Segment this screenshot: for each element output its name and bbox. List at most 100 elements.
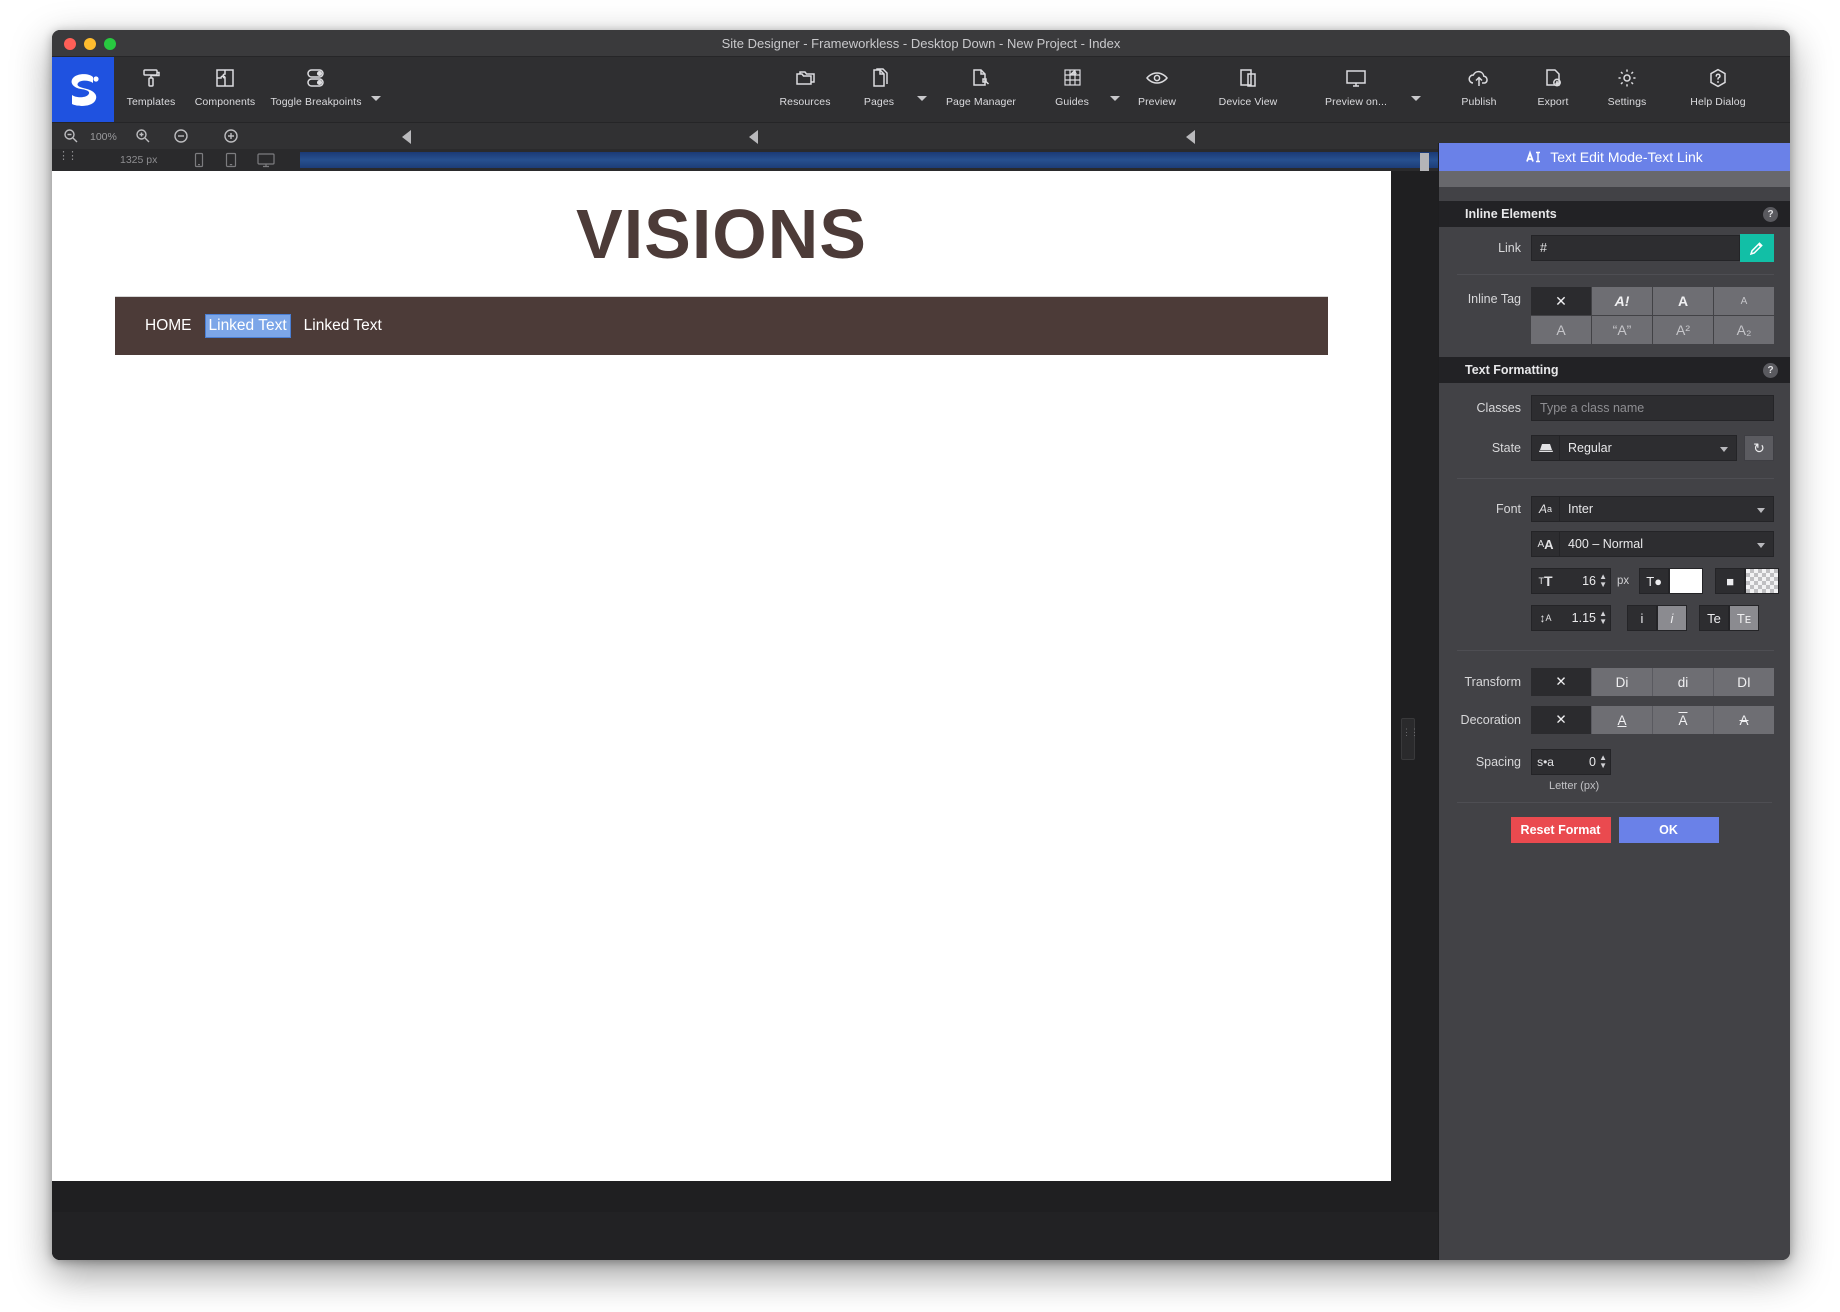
magnifier-plus-icon[interactable] [134,127,152,145]
inline-tag-superscript-button[interactable]: A² [1653,316,1713,344]
toolbar-help-dialog-button[interactable]: Help Dialog [1664,57,1772,122]
desktop-icon[interactable] [256,152,276,168]
spacing-spinner-icon[interactable]: ▲ ▼ [1599,754,1607,770]
font-row: Font Aa Inter [1439,489,1790,529]
help-icon-inline-elements[interactable]: ? [1763,206,1778,222]
nav-link-home[interactable]: HOME [145,317,192,335]
text-background-icon[interactable]: ■ [1715,568,1746,594]
circle-minus-icon[interactable] [172,127,190,145]
pencil-icon[interactable] [1740,234,1774,262]
panel-footer: Reset Format OK [1439,803,1790,843]
app-logo-icon[interactable] [52,57,114,122]
toolbar-templates-button[interactable]: Templates [114,57,188,122]
spacing-value: 0 [1589,755,1596,769]
font-weight-dropdown[interactable]: 400 – Normal [1559,531,1774,557]
monitor-icon [1343,63,1369,93]
toolbar-preview-on-button[interactable]: Preview on... [1302,57,1410,122]
state-label: State [1491,441,1521,455]
link-row: Link # [1439,227,1790,269]
inline-tag-underline-button[interactable]: A [1531,316,1591,344]
transform-capitalize-button[interactable]: Di [1592,668,1653,696]
toolbar-preview-button[interactable]: Preview [1120,57,1194,122]
italic-off-button[interactable]: i [1627,605,1657,631]
font-size-value: 16 [1582,574,1596,588]
font-dropdown[interactable]: Inter [1559,496,1774,522]
font-size-spinner-icon[interactable]: ▲ ▼ [1599,573,1607,589]
phone-icon[interactable] [192,152,206,168]
page-canvas[interactable]: VISIONS HOME Linked Text Linked Text [52,171,1391,1181]
font-size-input[interactable]: 16 ▲ ▼ [1559,568,1611,594]
toolbar-guides-button[interactable]: Guides [1035,57,1109,122]
magnifier-minus-icon[interactable] [62,127,80,145]
circle-plus-icon[interactable] [222,127,240,145]
transform-none-button[interactable]: ✕ [1531,668,1592,696]
toolbar-breakpoints-caret-icon[interactable] [371,96,381,101]
nav-link-linked-text[interactable]: Linked Text [304,317,382,335]
text-background-swatch[interactable] [1745,568,1780,594]
line-height-spinner-icon[interactable]: ▲ ▼ [1599,610,1607,626]
file-export-icon [1541,63,1565,93]
breakpoint-marker-2-icon[interactable] [749,130,758,144]
nav-link-linked-text-selected[interactable]: Linked Text [204,314,291,338]
small-caps-button[interactable]: Tᴇ [1729,605,1759,631]
window-title: Site Designer - Frameworkless - Desktop … [721,36,1121,51]
state-dropdown[interactable]: Regular [1559,435,1737,461]
toolbar-page-manager-button[interactable]: Page Manager [927,57,1035,122]
chevron-down-icon [1757,508,1765,513]
font-value: Inter [1568,502,1594,516]
toolbar-publish-button[interactable]: Publish [1442,57,1516,122]
decoration-line-through-button[interactable]: A [1714,706,1774,734]
reset-format-button[interactable]: Reset Format [1510,817,1611,843]
link-input[interactable]: # [1531,235,1740,261]
site-navbar[interactable]: HOME Linked Text Linked Text [115,297,1328,355]
text-color-swatch[interactable] [1669,568,1704,594]
tablet-icon[interactable] [224,152,238,168]
transform-uppercase-button[interactable]: DI [1714,668,1774,696]
toolbar-toggle-breakpoints-button[interactable]: Toggle Breakpoints [262,57,370,122]
line-height-input[interactable]: 1.15 ▲ ▼ [1559,605,1611,631]
drag-dots-icon[interactable]: ⋮⋮ [58,151,78,162]
help-icon-text-formatting[interactable]: ? [1763,362,1778,378]
inline-tag-emphasis-button[interactable]: A! [1592,287,1652,315]
toolbar-resources-button[interactable]: Resources [768,57,842,122]
ok-button[interactable]: OK [1618,817,1719,843]
canvas-resize-handle-icon[interactable]: ⋮⋮ [1401,718,1419,760]
window-titlebar: Site Designer - Frameworkless - Desktop … [52,30,1790,57]
breakpoint-marker-1-icon[interactable] [402,130,411,144]
transform-label: Transform [1464,675,1522,689]
decoration-overline-button[interactable]: A [1653,706,1714,734]
transform-lowercase-button[interactable]: di [1653,668,1714,696]
breakpoint-range-handle[interactable] [1420,153,1429,173]
inline-tag-subscript-button[interactable]: A₂ [1714,316,1774,344]
toolbar-components-label: Components [194,96,256,108]
hero-section[interactable]: VISIONS [115,171,1328,297]
inline-tag-quote-button[interactable]: “A” [1592,316,1652,344]
toolbar-device-view-button[interactable]: Device View [1194,57,1302,122]
toolbar-components-button[interactable]: Components [188,57,262,122]
decoration-none-button[interactable]: ✕ [1531,706,1592,734]
toolbar-export-button[interactable]: Export [1516,57,1590,122]
toolbar-preview-on-caret-icon[interactable] [1411,96,1421,101]
app-window: Site Designer - Frameworkless - Desktop … [52,30,1790,1260]
toolbar-settings-button[interactable]: Settings [1590,57,1664,122]
breakpoint-width-label: 1325 px [120,154,158,166]
reset-circular-arrow-icon[interactable]: ↻ [1744,435,1774,461]
toolbar-guides-caret-icon[interactable] [1110,96,1120,101]
inline-tag-strong-button[interactable]: A [1653,287,1713,315]
page-title[interactable]: VISIONS [576,194,867,274]
toolbar-help-dialog-label: Help Dialog [1690,96,1746,108]
panel-title: Text Edit Mode-Text Link [1550,149,1703,165]
toolbar-pages-button[interactable]: Pages [842,57,916,122]
text-case-button[interactable]: Te [1699,605,1729,631]
classes-input[interactable]: Type a class name [1531,395,1774,421]
spacing-input[interactable]: 0 ▲ ▼ [1559,749,1611,775]
italic-on-button[interactable]: i [1657,605,1687,631]
inline-tag-small-button[interactable]: A [1714,287,1774,315]
breakpoint-marker-3-icon[interactable] [1186,130,1195,144]
decoration-underline-button[interactable]: A [1592,706,1653,734]
spacing-sublabel: Letter (px) [1549,780,1600,792]
toolbar-pages-caret-icon[interactable] [917,96,927,101]
cloud-upload-icon [1466,63,1492,93]
text-color-icon[interactable]: T● [1639,568,1670,594]
inline-tag-none-button[interactable]: ✕ [1531,287,1591,315]
